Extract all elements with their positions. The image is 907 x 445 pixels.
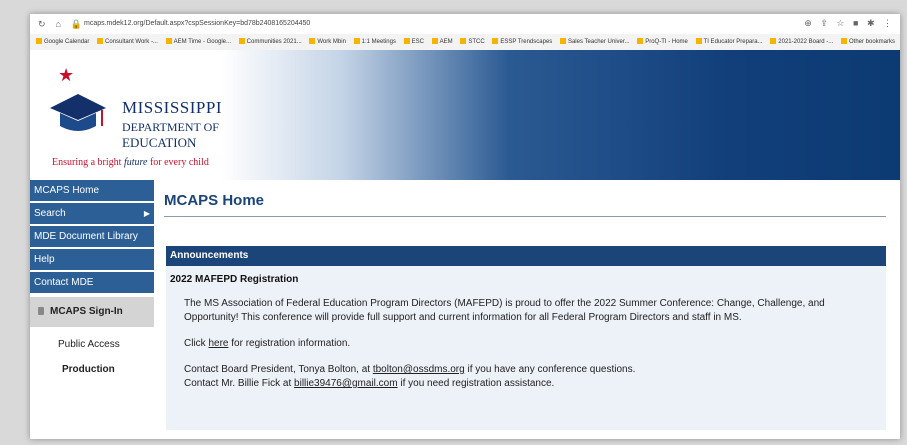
- bookmark-item[interactable]: TI Educator Prepara...: [695, 34, 763, 50]
- menu-icon[interactable]: ⋮: [883, 18, 892, 28]
- home-icon[interactable]: ⌂: [56, 19, 61, 29]
- bookmark-item[interactable]: Google Calendar: [36, 34, 89, 50]
- bookmark-item[interactable]: AEM Time - Google...: [165, 34, 231, 50]
- bookmark-item[interactable]: 2021-2022 Board -...: [770, 34, 833, 50]
- bookmark-item[interactable]: AEM: [431, 34, 453, 50]
- browser-window: ↻ ⌂ 🔒 mcaps.mdek12.org/Default.aspx?cspS…: [30, 14, 900, 439]
- sidebar-item-contact[interactable]: Contact MDE: [30, 272, 154, 295]
- puzzle-icon[interactable]: ✱: [867, 18, 875, 28]
- sidebar-item-mcaps-home[interactable]: MCAPS Home: [30, 180, 154, 203]
- bookmark-item[interactable]: Communities 2021...: [238, 34, 302, 50]
- bookmarks-bar: Google Calendar Consultant Work -... AEM…: [30, 34, 900, 51]
- extension-icon[interactable]: ■: [853, 18, 858, 28]
- logo-line-3: EDUCATION: [122, 135, 197, 150]
- sidebar-nav: MCAPS Home Search ▶ MDE Document Library …: [30, 180, 154, 439]
- chevron-right-icon: ▶: [143, 209, 150, 218]
- announcement-body: The MS Association of Federal Education …: [184, 297, 874, 391]
- email-link-fick[interactable]: billie39476@gmail.com: [294, 378, 398, 389]
- reload-icon[interactable]: ↻: [38, 19, 46, 29]
- star-icon[interactable]: ☆: [836, 18, 844, 28]
- graduation-cap-icon: [50, 94, 106, 131]
- public-access-link[interactable]: Public Access: [30, 339, 154, 350]
- bookmark-item[interactable]: Work Mbin: [309, 34, 346, 50]
- bookmark-item[interactable]: 1:1 Meetings: [353, 34, 396, 50]
- bookmark-item[interactable]: Consultant Work -...: [97, 34, 158, 50]
- bookmark-item[interactable]: ESC: [403, 34, 424, 50]
- announcements-header: Announcements: [166, 246, 886, 266]
- contact-lines: Contact Board President, Tonya Bolton, a…: [184, 364, 636, 389]
- bookmark-item[interactable]: Other bookmarks: [840, 34, 895, 50]
- share-icon[interactable]: ⇪: [820, 18, 828, 28]
- nav-controls: ↻ ⌂ 🔒: [38, 19, 90, 30]
- title-divider: [164, 216, 886, 217]
- sidebar-item-help[interactable]: Help: [30, 249, 154, 272]
- bookmark-item[interactable]: Sales Teacher Univer...: [559, 34, 630, 50]
- lock-icon: [38, 307, 44, 316]
- site-banner: ★ MISSISSIPPI DEPARTMENT OF EDUCATION En…: [30, 50, 900, 180]
- email-link-bolton[interactable]: tbolton@ossdms.org: [373, 364, 465, 375]
- announcement-paragraph: The MS Association of Federal Education …: [184, 298, 825, 323]
- logo-line-2: DEPARTMENT OF: [122, 120, 219, 134]
- sidebar-item-document-library[interactable]: MDE Document Library: [30, 226, 154, 249]
- bookmark-item[interactable]: ESSP Trendscapes: [492, 34, 552, 50]
- zoom-icon[interactable]: ⊕: [804, 18, 812, 28]
- bookmark-item[interactable]: STCC: [460, 34, 485, 50]
- production-link[interactable]: Production: [30, 364, 154, 375]
- bookmark-item[interactable]: ProQ-TI - Home: [637, 34, 688, 50]
- signin-header: MCAPS Sign-In: [30, 297, 154, 327]
- star-icon: ★: [58, 65, 75, 85]
- mde-logo-text: MISSISSIPPI DEPARTMENT OF EDUCATION: [122, 98, 222, 151]
- sidebar-item-search[interactable]: Search ▶: [30, 203, 154, 226]
- tagline: Ensuring a bright future for every child: [52, 157, 209, 168]
- browser-toolbar-icons: ⊕ ⇪ ☆ ■ ✱ ⋮: [798, 18, 892, 29]
- lock-icon: 🔒: [70, 19, 83, 29]
- address-bar-row: ↻ ⌂ 🔒 mcaps.mdek12.org/Default.aspx?cspS…: [30, 14, 900, 34]
- url-field[interactable]: mcaps.mdek12.org/Default.aspx?cspSession…: [84, 20, 310, 27]
- announcements-panel: Announcements 2022 MAFEPD Registration T…: [166, 246, 886, 430]
- registration-line: Click here for registration information.: [184, 338, 351, 349]
- main-content: MCAPS Home Announcements 2022 MAFEPD Reg…: [160, 180, 900, 439]
- logo-line-1: MISSISSIPPI: [122, 98, 222, 117]
- page-title: MCAPS Home: [164, 192, 265, 209]
- registration-link[interactable]: here: [208, 338, 228, 349]
- announcement-subject: 2022 MAFEPD Registration: [170, 274, 299, 285]
